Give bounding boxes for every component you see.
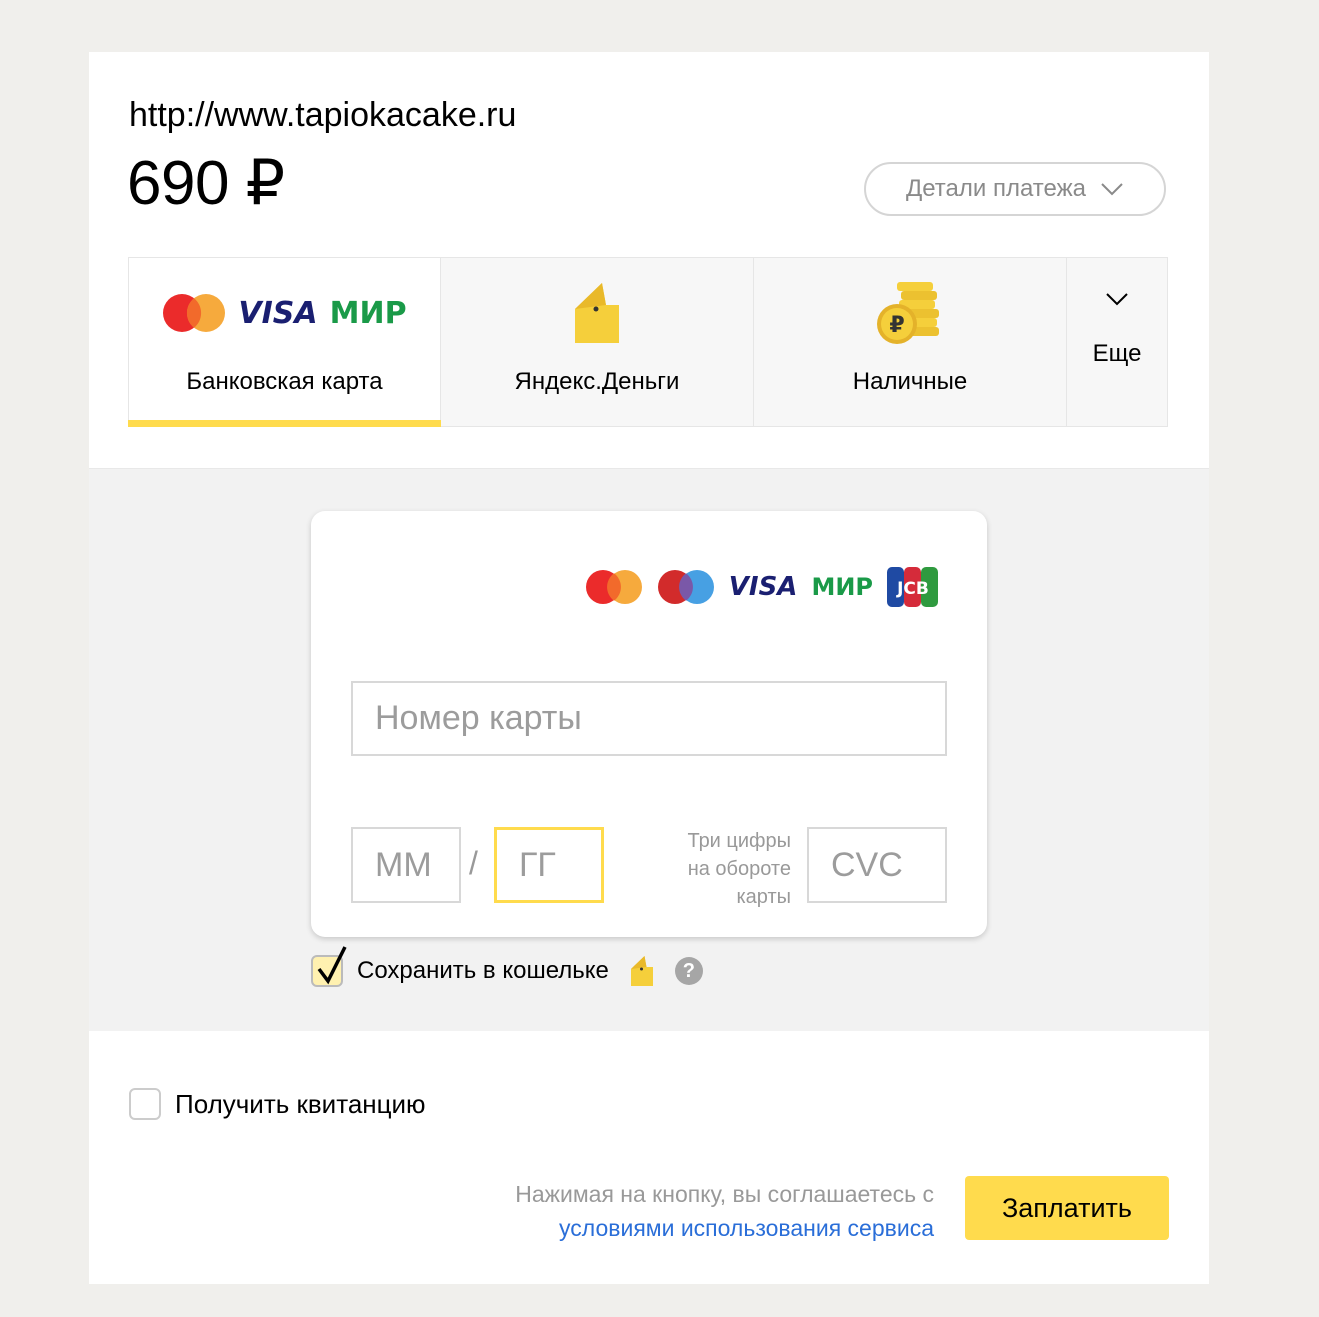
agreement-sentence: Нажимая на кнопку, вы соглашаетесь с bbox=[515, 1181, 934, 1207]
tab-cash-label: Наличные bbox=[852, 368, 968, 395]
coins-ruble-icon: ₽ bbox=[877, 282, 939, 344]
help-icon[interactable]: ? bbox=[674, 957, 703, 985]
visa-logo: VISA bbox=[238, 295, 318, 331]
tab-yandex-money-label: Яндекс.Деньги bbox=[514, 368, 680, 395]
expiry-year-field[interactable] bbox=[494, 827, 604, 903]
expiry-separator: / bbox=[469, 845, 478, 881]
supported-card-logos: VISA МИР JCB bbox=[585, 567, 939, 607]
expiry-month-input[interactable] bbox=[373, 844, 459, 886]
jcb-logo: JCB bbox=[887, 567, 938, 607]
tab-bank-card[interactable]: VISA МИР Банковская карта bbox=[128, 257, 441, 427]
terms-link[interactable]: условиями использования сервиса bbox=[559, 1215, 934, 1241]
payment-details-label: Детали платежа bbox=[906, 175, 1086, 202]
card-number-field[interactable] bbox=[351, 681, 947, 756]
payment-details-button[interactable]: Детали платежа bbox=[864, 162, 1166, 216]
card-form: VISA МИР JCB / Три цифры bbox=[311, 511, 987, 937]
tab-more-label: Еще bbox=[1092, 340, 1142, 367]
yandex-wallet-icon bbox=[575, 283, 619, 343]
card-form-area: VISA МИР JCB / Три цифры bbox=[89, 468, 1209, 1031]
tab-yandex-money[interactable]: Яндекс.Деньги bbox=[441, 257, 754, 427]
agreement-text: Нажимая на кнопку, вы соглашаетесь с усл… bbox=[515, 1177, 934, 1245]
mastercard-logo bbox=[163, 294, 226, 332]
cvc-field[interactable] bbox=[807, 827, 947, 903]
chevron-down-icon bbox=[1101, 183, 1123, 196]
mir-logo: МИР bbox=[329, 295, 407, 331]
pay-button[interactable]: Заплатить bbox=[965, 1176, 1169, 1240]
visa-logo: VISA bbox=[728, 572, 798, 602]
mir-logo: МИР bbox=[811, 573, 873, 601]
receipt-row: Получить квитанцию bbox=[129, 1088, 426, 1120]
save-in-wallet-checkbox[interactable] bbox=[311, 946, 347, 987]
receipt-checkbox[interactable] bbox=[129, 1088, 161, 1120]
payment-panel: http://www.tapiokacake.ru 690 ₽ Детали п… bbox=[89, 52, 1209, 1284]
card-number-input[interactable] bbox=[373, 698, 945, 739]
save-in-wallet-row: Сохранить в кошельке ? bbox=[311, 946, 703, 987]
tab-cash[interactable]: ₽ Наличные bbox=[754, 257, 1067, 427]
cvc-hint: Три цифры на обороте карты bbox=[687, 830, 791, 908]
tab-more[interactable]: Еще bbox=[1067, 257, 1168, 427]
yandex-wallet-icon bbox=[630, 956, 653, 986]
payment-method-tabs: VISA МИР Банковская карта Яндекс.Деньги bbox=[128, 257, 1168, 427]
expiry-month-field[interactable] bbox=[351, 827, 461, 903]
merchant-url: http://www.tapiokacake.ru bbox=[129, 96, 517, 134]
checkmark-icon bbox=[317, 946, 347, 985]
save-in-wallet-label: Сохранить в кошельке bbox=[357, 957, 609, 984]
cvc-input[interactable] bbox=[829, 844, 945, 886]
mastercard-logo bbox=[585, 570, 642, 604]
payment-amount: 690 ₽ bbox=[127, 149, 285, 218]
maestro-logo bbox=[657, 570, 714, 604]
chevron-down-icon bbox=[1106, 293, 1128, 306]
expiry-year-input[interactable] bbox=[517, 844, 601, 886]
tab-bank-card-label: Банковская карта bbox=[186, 368, 383, 395]
jcb-text: JCB bbox=[896, 579, 929, 599]
receipt-label: Получить квитанцию bbox=[175, 1088, 426, 1119]
svg-text:₽: ₽ bbox=[889, 313, 904, 338]
